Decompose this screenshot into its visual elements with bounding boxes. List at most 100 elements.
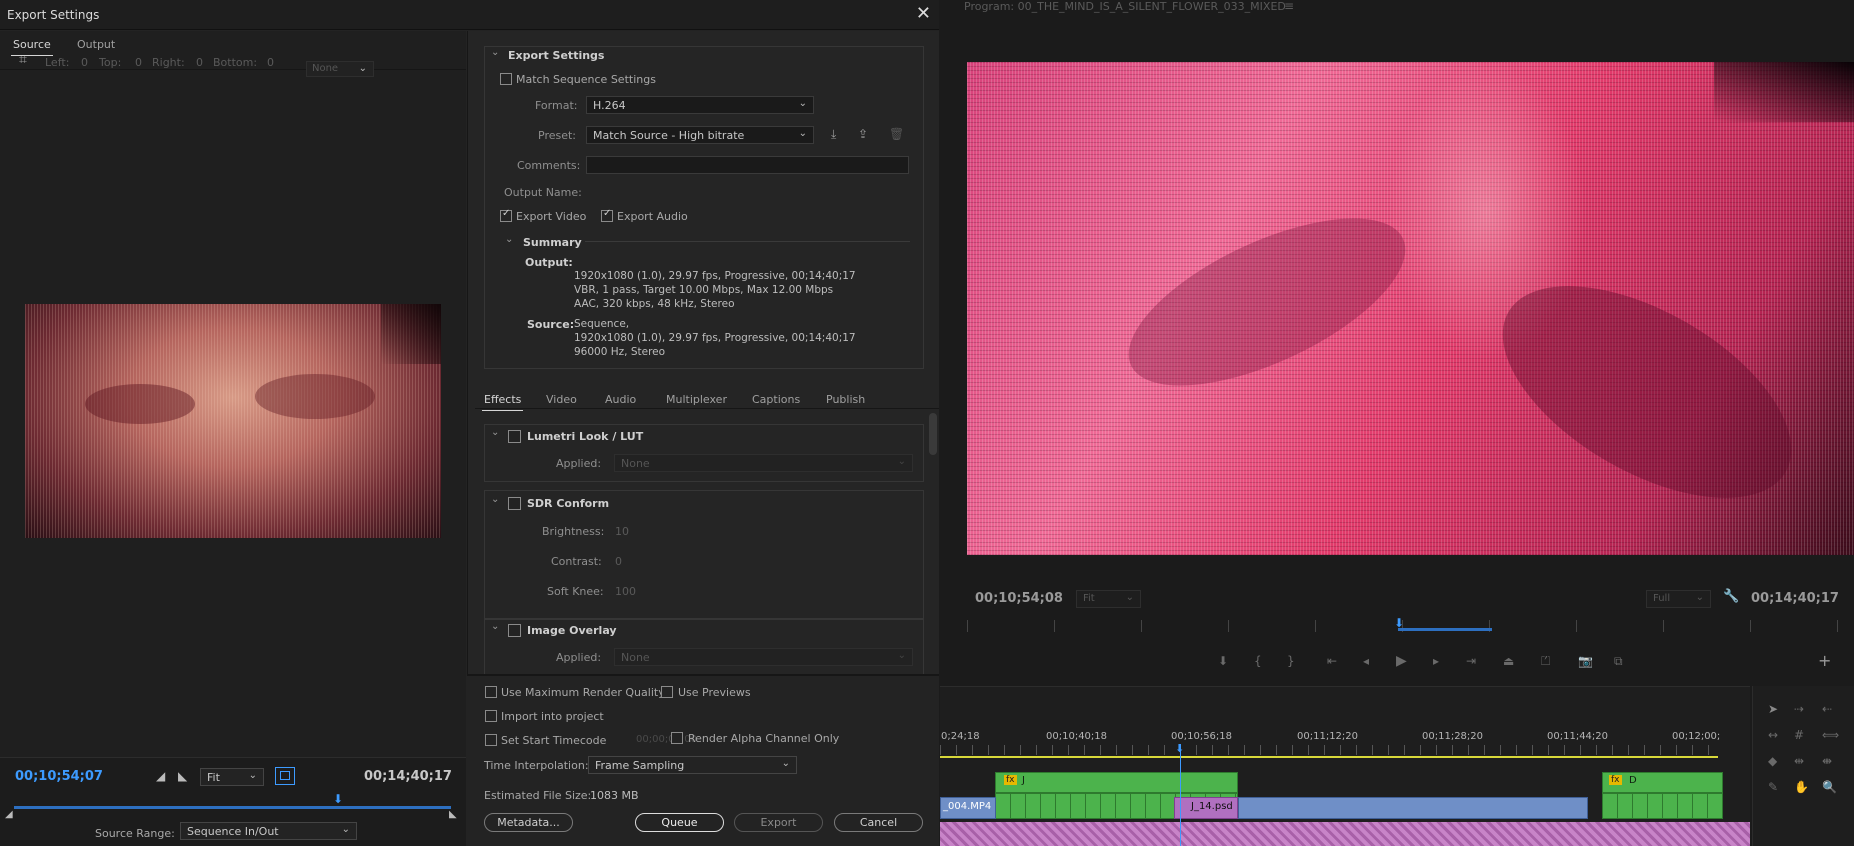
- work-area-bar[interactable]: [940, 756, 1718, 758]
- delete-preset-icon[interactable]: 🗑: [889, 127, 904, 141]
- overlay-applied-select[interactable]: None ⌄: [614, 648, 913, 666]
- in-point-marker-icon[interactable]: ◢: [5, 809, 13, 820]
- use-previews-checkbox[interactable]: [661, 686, 673, 698]
- close-icon[interactable]: ✕: [916, 3, 931, 24]
- tab-source[interactable]: Source: [11, 38, 53, 56]
- contrast-value[interactable]: 0: [615, 555, 622, 568]
- max-render-quality-checkbox[interactable]: [485, 686, 497, 698]
- sdr-conform-checkbox[interactable]: [508, 497, 521, 510]
- go-to-out-icon[interactable]: ⇥: [1466, 654, 1476, 668]
- source-range-select[interactable]: Sequence In/Out ⌄: [180, 822, 357, 840]
- lift-icon[interactable]: ⏏: [1503, 654, 1514, 668]
- program-zoom-select[interactable]: Fit ⌄: [1076, 590, 1141, 608]
- crop-bottom-value[interactable]: 0: [267, 56, 274, 69]
- wrench-icon[interactable]: 🔧: [1723, 589, 1739, 604]
- tab-audio[interactable]: Audio: [605, 393, 636, 406]
- comparison-view-icon[interactable]: ⧉: [1614, 654, 1623, 669]
- set-start-timecode-checkbox[interactable]: [485, 734, 497, 746]
- tab-publish[interactable]: Publish: [826, 393, 865, 406]
- play-icon[interactable]: ▶: [1396, 653, 1407, 669]
- timeline-playhead[interactable]: ⬇: [1175, 742, 1184, 755]
- render-alpha-checkbox[interactable]: [671, 732, 683, 744]
- audio-track-clip[interactable]: [940, 822, 1750, 846]
- import-into-project-checkbox[interactable]: [485, 710, 497, 722]
- timeline-clip-d[interactable]: fx D: [1602, 772, 1723, 793]
- ripple-edit-icon[interactable]: ↔: [1768, 728, 1778, 742]
- step-back-icon[interactable]: ◂: [1363, 654, 1369, 668]
- export-video-checkbox[interactable]: [500, 208, 512, 222]
- program-current-timecode[interactable]: 00;10;54;08: [975, 591, 1063, 606]
- crop-left-value[interactable]: 0: [81, 56, 88, 69]
- mark-in-icon[interactable]: {: [1254, 654, 1262, 668]
- soft-knee-value[interactable]: 100: [615, 585, 636, 598]
- timeline-clip-blue[interactable]: [1238, 797, 1588, 819]
- slide-tool-icon[interactable]: ⇼: [1822, 754, 1832, 768]
- timeline-clip-psd[interactable]: J_14.psd: [1174, 797, 1238, 819]
- go-to-in-icon[interactable]: ⇤: [1327, 654, 1337, 668]
- cancel-button[interactable]: Cancel: [834, 813, 923, 832]
- metadata-button[interactable]: Metadata...: [484, 813, 573, 832]
- program-work-area[interactable]: [1398, 628, 1492, 631]
- image-overlay-checkbox[interactable]: [508, 624, 521, 637]
- tab-effects[interactable]: Effects: [481, 393, 524, 411]
- track-select-back-icon[interactable]: ⇠: [1822, 702, 1832, 716]
- timeline-clip-j[interactable]: fx J: [995, 772, 1238, 793]
- crop-aspect-select[interactable]: None ⌄: [306, 61, 374, 77]
- program-playhead[interactable]: ⬇: [1394, 616, 1404, 630]
- zoom-tool-icon[interactable]: 🔍: [1822, 780, 1837, 794]
- chevron-down-icon[interactable]: ⌄: [505, 234, 513, 245]
- preview-playhead[interactable]: ⬇: [333, 792, 343, 806]
- chevron-down-icon[interactable]: ⌄: [491, 427, 499, 438]
- tab-video[interactable]: Video: [546, 393, 577, 406]
- time-interpolation-select[interactable]: Frame Sampling ⌄: [588, 756, 797, 774]
- timeline-ruler-ticks[interactable]: [940, 745, 1718, 755]
- export-audio-checkbox[interactable]: [601, 208, 613, 222]
- save-preset-icon[interactable]: ⤓: [831, 127, 836, 142]
- out-point-marker-icon[interactable]: ◣: [449, 809, 457, 820]
- chevron-down-icon[interactable]: ⌄: [491, 47, 499, 58]
- extract-icon[interactable]: ⏍: [1541, 654, 1550, 669]
- hand-tool-icon[interactable]: ✋: [1794, 780, 1809, 794]
- mark-out-icon[interactable]: }: [1287, 654, 1295, 668]
- set-in-point-icon[interactable]: ◢: [156, 769, 165, 783]
- timeline-clip-d-frames[interactable]: [1602, 793, 1723, 819]
- effects-scrollbar[interactable]: [929, 413, 937, 455]
- timeline-clip-mp4[interactable]: _004.MP4: [940, 797, 996, 819]
- set-out-point-icon[interactable]: ◣: [178, 769, 187, 783]
- panel-menu-icon[interactable]: ≡: [1284, 0, 1294, 13]
- aspect-correction-button[interactable]: [275, 767, 295, 785]
- preview-zoom-select[interactable]: Fit ⌄: [200, 768, 264, 786]
- crop-icon[interactable]: ⌗: [19, 52, 27, 68]
- slip-tool-icon[interactable]: ⇹: [1794, 754, 1804, 768]
- brightness-value[interactable]: 10: [615, 525, 629, 538]
- preset-select[interactable]: Match Source - High bitrate ⌄: [586, 126, 814, 144]
- export-frame-icon[interactable]: 📷: [1578, 654, 1593, 668]
- add-button-icon[interactable]: +: [1818, 651, 1831, 670]
- crop-top-value[interactable]: 0: [135, 56, 142, 69]
- preview-current-timecode[interactable]: 00;10;54;07: [15, 769, 103, 784]
- queue-button[interactable]: Queue: [635, 813, 724, 832]
- rate-stretch-icon[interactable]: ⟺: [1822, 728, 1839, 742]
- preview-scrubber[interactable]: [14, 806, 451, 809]
- format-select[interactable]: H.264 ⌄: [586, 96, 814, 114]
- tab-multiplexer[interactable]: Multiplexer: [666, 393, 727, 406]
- match-sequence-checkbox[interactable]: [500, 73, 512, 85]
- tab-output[interactable]: Output: [77, 38, 115, 51]
- step-forward-icon[interactable]: ▸: [1433, 654, 1439, 668]
- program-quality-select[interactable]: Full ⌄: [1646, 590, 1711, 608]
- export-button[interactable]: Export: [734, 813, 823, 832]
- razor-tool-icon[interactable]: ◆: [1768, 754, 1777, 768]
- track-select-icon[interactable]: ⇢: [1794, 702, 1804, 716]
- lumetri-checkbox[interactable]: [508, 430, 521, 443]
- add-marker-icon[interactable]: ⬇: [1218, 654, 1228, 668]
- crop-right-value[interactable]: 0: [196, 56, 203, 69]
- lumetri-applied-select[interactable]: None ⌄: [614, 454, 913, 472]
- chevron-down-icon[interactable]: ⌄: [491, 621, 499, 632]
- rolling-edit-icon[interactable]: #: [1794, 728, 1804, 742]
- comments-input[interactable]: [586, 156, 909, 174]
- chevron-down-icon[interactable]: ⌄: [491, 494, 499, 505]
- selection-tool-icon[interactable]: ➤: [1768, 702, 1778, 716]
- timeline-playhead-line[interactable]: [1180, 744, 1181, 846]
- import-preset-icon[interactable]: ⇪: [858, 127, 868, 141]
- pen-tool-icon[interactable]: ✎: [1768, 780, 1778, 794]
